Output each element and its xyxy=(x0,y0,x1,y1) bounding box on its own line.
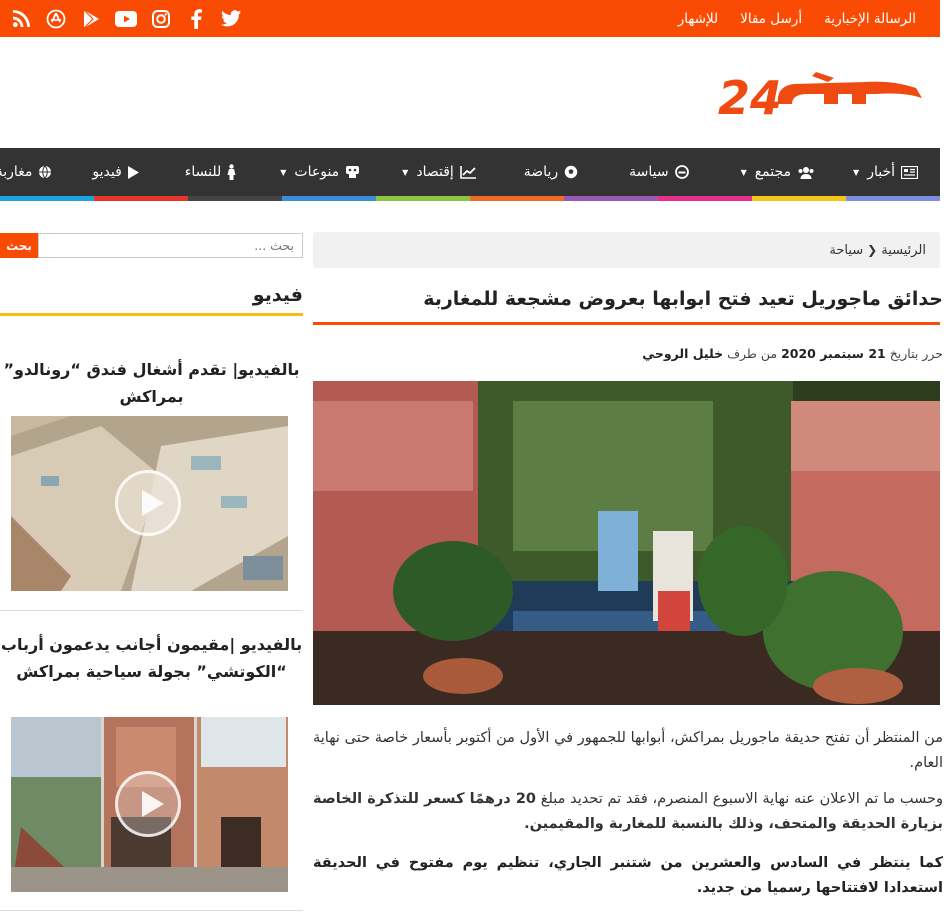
breadcrumb: الرئيسية ❮ سياحة xyxy=(313,232,940,268)
play-icon[interactable] xyxy=(115,771,181,837)
sidebar-video-heading: فيديو xyxy=(252,284,303,306)
nav-color-stripes xyxy=(0,196,940,201)
youtube-icon[interactable] xyxy=(115,8,137,30)
chevron-down-icon: ▼ xyxy=(402,167,409,177)
article-paragraph: وحسب ما تم الاعلان عنه نهاية الاسبوع الم… xyxy=(313,787,943,837)
article-hero-image xyxy=(313,381,940,705)
advertise-link[interactable]: للإشهار xyxy=(678,11,718,27)
nav-stripe-4 xyxy=(376,196,470,201)
article-meta: حرر بتاريخ 21 سبتمبر 2020 من طرف خليل ال… xyxy=(313,346,943,361)
article-author[interactable]: خليل الروحي xyxy=(642,346,723,361)
twitter-icon[interactable] xyxy=(220,8,242,30)
submit-article-link[interactable]: أرسل مقالا xyxy=(740,11,802,27)
video-title-link[interactable]: بالفيديو |مقيمون أجانب يدعمون أرباب “الك… xyxy=(0,631,303,685)
search-button[interactable]: بحث xyxy=(0,233,38,258)
nav-women[interactable]: للنساء xyxy=(185,164,236,180)
nav-economy[interactable]: إقتصاد ▼ xyxy=(402,164,476,180)
search-input[interactable] xyxy=(38,233,303,258)
play-icon[interactable] xyxy=(115,470,181,536)
sidebar-divider xyxy=(0,610,303,611)
nav-stripe-5 xyxy=(470,196,564,201)
instagram-icon[interactable] xyxy=(150,8,172,30)
nav-label: مجتمع xyxy=(754,164,792,180)
video-thumbnail[interactable] xyxy=(11,717,288,892)
newspaper-icon xyxy=(901,165,918,179)
rss-icon[interactable] xyxy=(10,8,32,30)
article-paragraph: كما ينتظر في السادس والعشرين من شتنبر ال… xyxy=(313,855,943,896)
breadcrumb-current[interactable]: سياحة xyxy=(829,243,863,258)
nav-news[interactable]: أخبار ▼ xyxy=(853,164,918,180)
nav-label: للنساء xyxy=(184,164,222,180)
googleplay-icon[interactable] xyxy=(80,8,102,30)
nav-stripe-9 xyxy=(846,196,940,201)
article-title: حدائق ماجوريل تعيد فتح ابوابها بعروض مشج… xyxy=(423,288,943,310)
nav-label: أخبار xyxy=(867,164,895,180)
nav-stripe-7 xyxy=(658,196,752,201)
meta-by: من طرف xyxy=(727,346,778,361)
social-icons xyxy=(10,0,255,37)
chevron-down-icon: ▼ xyxy=(280,167,287,177)
meta-prefix: حرر بتاريخ xyxy=(889,346,943,361)
gamepad-icon xyxy=(345,165,360,179)
soccer-ball-icon xyxy=(564,165,578,179)
chart-icon xyxy=(459,165,476,179)
nav-label: سياسة xyxy=(629,164,669,180)
nav-sports[interactable]: رياضة xyxy=(524,164,578,180)
search-form: بحث xyxy=(0,233,303,258)
chevron-down-icon: ▼ xyxy=(853,167,860,177)
nav-misc[interactable]: منوعات ▼ xyxy=(280,164,360,180)
nav-moroccans-abroad[interactable]: مغاربة العالم xyxy=(0,164,52,180)
chevron-down-icon: ▼ xyxy=(740,167,747,177)
nav-label: فيديو xyxy=(92,164,122,180)
sidebar-divider xyxy=(0,910,303,911)
globe-icon xyxy=(38,165,52,179)
top-links: الرسالة الإخبارية أرسل مقالا للإشهار xyxy=(678,0,940,37)
political-icon xyxy=(674,165,689,179)
users-icon xyxy=(797,166,815,179)
article-date: 21 سبتمبر 2020 xyxy=(781,346,886,361)
paragraph-text: وحسب ما تم الاعلان عنه نهاية الاسبوع الم… xyxy=(540,791,943,807)
nav-stripe-0 xyxy=(0,196,94,201)
chevron-left-icon: ❮ xyxy=(867,243,878,257)
nav-society[interactable]: مجتمع ▼ xyxy=(741,164,815,180)
nav-stripe-6 xyxy=(564,196,658,201)
video-thumbnail[interactable] xyxy=(11,416,288,591)
nav-politics[interactable]: سياسة xyxy=(629,164,689,180)
nav-stripe-8 xyxy=(752,196,846,201)
main-nav: أخبار ▼ مجتمع ▼ سياسة رياضة إقتصاد ▼ منو… xyxy=(0,148,940,196)
svg-text:24: 24 xyxy=(718,71,782,124)
nav-stripe-3 xyxy=(282,196,376,201)
breadcrumb-home[interactable]: الرئيسية xyxy=(881,243,926,258)
female-icon xyxy=(227,164,236,180)
newsletter-link[interactable]: الرسالة الإخبارية xyxy=(824,11,916,27)
facebook-icon[interactable] xyxy=(185,8,207,30)
nav-label: منوعات xyxy=(294,164,340,180)
video-title-link[interactable]: بالفيديو| تقدم أشغال فندق “رونالدو” بمرا… xyxy=(0,356,303,410)
sidebar-heading-divider xyxy=(0,313,303,316)
nav-label: رياضة xyxy=(523,164,559,180)
play-icon xyxy=(127,165,139,179)
nav-stripe-2 xyxy=(188,196,282,201)
article-paragraph: من المنتظر أن تفتح حديقة ماجوريل بمراكش،… xyxy=(313,730,943,771)
nav-label: مغاربة العالم xyxy=(0,164,33,180)
top-bar: الرسالة الإخبارية أرسل مقالا للإشهار xyxy=(0,0,940,37)
nav-label: إقتصاد xyxy=(416,164,454,180)
appstore-icon[interactable] xyxy=(45,8,67,30)
title-divider xyxy=(313,322,940,325)
site-logo[interactable]: 24 xyxy=(716,64,928,125)
nav-stripe-1 xyxy=(94,196,188,201)
nav-video[interactable]: فيديو xyxy=(92,164,139,180)
